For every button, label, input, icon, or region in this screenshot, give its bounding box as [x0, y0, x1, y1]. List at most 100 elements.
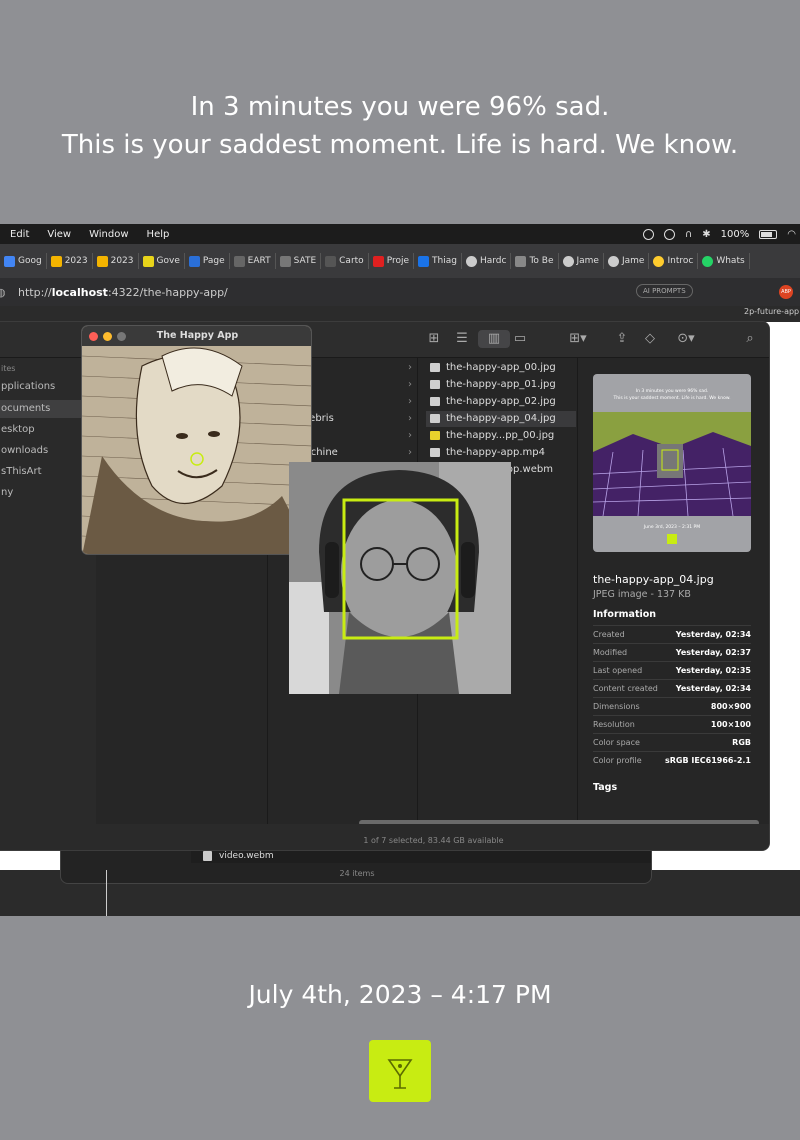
- info-row: Color space RGB: [593, 733, 751, 751]
- footer-date: July 4th, 2023 – 4:17 PM: [248, 980, 552, 1009]
- bluetooth-icon[interactable]: ✱: [702, 229, 710, 240]
- favicon-icon: [233, 255, 245, 267]
- tab[interactable]: Carto: [321, 253, 369, 269]
- list-view-icon[interactable]: ☰: [453, 332, 471, 346]
- tab[interactable]: Proje: [369, 253, 415, 269]
- chevron-right-icon: ›: [408, 413, 412, 424]
- happy-app-window: The Happy App: [81, 325, 312, 555]
- icon-view-icon[interactable]: ⊞: [425, 332, 443, 346]
- image-file-icon: [430, 414, 440, 423]
- info-row: Dimensions 800×900: [593, 697, 751, 715]
- item-count: 24 items: [339, 869, 375, 878]
- headphones-icon[interactable]: ∩: [685, 229, 692, 240]
- group-icon[interactable]: ⊞▾: [569, 332, 587, 346]
- file-item-selected[interactable]: the-happy-app_04.jpg: [426, 411, 576, 427]
- webcam-feed: [289, 462, 511, 694]
- user-icon[interactable]: [663, 228, 675, 240]
- tab[interactable]: Goog: [0, 253, 47, 269]
- gallery-view-icon[interactable]: ▭: [511, 332, 529, 346]
- status-bar: 1 of 7 selected, 83.44 GB available: [96, 824, 769, 850]
- search-icon[interactable]: ⌕: [741, 332, 759, 346]
- chevron-right-icon: ›: [408, 362, 412, 373]
- wifi-icon[interactable]: ◠: [787, 229, 796, 240]
- tab[interactable]: Jame: [559, 253, 604, 269]
- file-item[interactable]: the-happy...pp_00.jpg: [426, 428, 576, 444]
- favicon-icon: [142, 255, 154, 267]
- play-icon[interactable]: [642, 228, 654, 240]
- hugging-face-icon: [653, 255, 665, 267]
- tab[interactable]: Thiag: [414, 253, 462, 269]
- info-row: Content created Yesterday, 02:34: [593, 679, 751, 697]
- tab[interactable]: Page: [185, 253, 230, 269]
- info-row: Created Yesterday, 02:34: [593, 625, 751, 643]
- image-file-icon: [430, 431, 440, 440]
- chevron-right-icon: ›: [408, 396, 412, 407]
- globe-icon: [607, 255, 619, 267]
- ai-prompts-button[interactable]: AI PROMPTS: [636, 284, 693, 298]
- column-view-icon[interactable]: ▥: [478, 330, 510, 348]
- tab[interactable]: SATE: [276, 253, 322, 269]
- tab[interactable]: 2023: [93, 253, 139, 269]
- bookmark-label[interactable]: 2p-future-app: [744, 307, 799, 316]
- adblock-icon[interactable]: ABP: [779, 285, 793, 299]
- file-item[interactable]: the-happy-app_00.jpg: [426, 360, 576, 376]
- info-row: Resolution 100×100: [593, 715, 751, 733]
- info-heading: Information: [593, 609, 657, 620]
- globe-icon: ◍: [0, 285, 6, 299]
- zoom-button[interactable]: [117, 332, 126, 341]
- chevron-right-icon: ›: [408, 379, 412, 390]
- webcam-image: [289, 462, 511, 694]
- cocktail-logo-icon: [369, 1040, 431, 1102]
- tab[interactable]: Whats: [698, 253, 750, 269]
- menu-window[interactable]: Window: [89, 229, 128, 240]
- preview-kind: JPEG image - 137 KB: [593, 589, 691, 600]
- image-file-icon: [430, 380, 440, 389]
- tab[interactable]: Hardc: [462, 253, 512, 269]
- chevron-right-icon: ›: [408, 447, 412, 458]
- window-edge-line: [106, 870, 107, 916]
- menu-edit[interactable]: Edit: [10, 229, 29, 240]
- favicon-icon: [188, 255, 200, 267]
- headline: In 3 minutes you were 96% sad. This is y…: [0, 88, 800, 164]
- image-file-icon: [430, 397, 440, 406]
- preview-thumbnail[interactable]: In 3 minutes you were 96% sad. This is yo…: [593, 374, 751, 552]
- tag-icon[interactable]: ◇: [641, 332, 659, 346]
- engraving-portrait: [82, 346, 311, 554]
- favicon-icon: [325, 255, 337, 267]
- file-row[interactable]: video.webm: [191, 849, 651, 863]
- address-bar[interactable]: ◍ http://localhost:4322/the-happy-app/ A…: [0, 278, 800, 306]
- file-item[interactable]: the-happy-app.mp4: [426, 445, 576, 461]
- slides-icon: [96, 255, 108, 267]
- globe-icon: [465, 255, 477, 267]
- favicon-icon: [515, 255, 527, 267]
- tab[interactable]: Introc: [649, 253, 699, 269]
- preview-filename: the-happy-app_04.jpg: [593, 573, 714, 586]
- whatsapp-icon: [702, 255, 714, 267]
- globe-icon: [562, 255, 574, 267]
- tab[interactable]: EART: [230, 253, 276, 269]
- tab[interactable]: 2023: [47, 253, 93, 269]
- tab[interactable]: To Be: [511, 253, 559, 269]
- tab[interactable]: Gove: [139, 253, 185, 269]
- url-text[interactable]: http://localhost:4322/the-happy-app/: [18, 286, 228, 299]
- close-button[interactable]: [89, 332, 98, 341]
- favicon-icon: [279, 255, 291, 267]
- share-icon[interactable]: ⇪: [613, 332, 631, 346]
- file-item[interactable]: the-happy-app_02.jpg: [426, 394, 576, 410]
- minimize-button[interactable]: [103, 332, 112, 341]
- favicon-icon: [372, 255, 384, 267]
- file-item[interactable]: the-happy-app_01.jpg: [426, 377, 576, 393]
- tab[interactable]: Jame: [604, 253, 650, 269]
- menu-help[interactable]: Help: [147, 229, 170, 240]
- menu-view[interactable]: View: [47, 229, 71, 240]
- tags-heading: Tags: [593, 782, 618, 793]
- battery-percent: 100%: [720, 228, 750, 240]
- headline-line-1: In 3 minutes you were 96% sad.: [190, 92, 610, 122]
- battery-icon[interactable]: [759, 229, 778, 239]
- preview-pane: In 3 minutes you were 96% sad. This is yo…: [578, 358, 769, 850]
- info-row: Last opened Yesterday, 02:35: [593, 661, 751, 679]
- drive-icon: [50, 255, 62, 267]
- video-file-icon: [430, 448, 440, 457]
- image-file-icon: [430, 363, 440, 372]
- more-icon[interactable]: ⊙▾: [677, 332, 695, 346]
